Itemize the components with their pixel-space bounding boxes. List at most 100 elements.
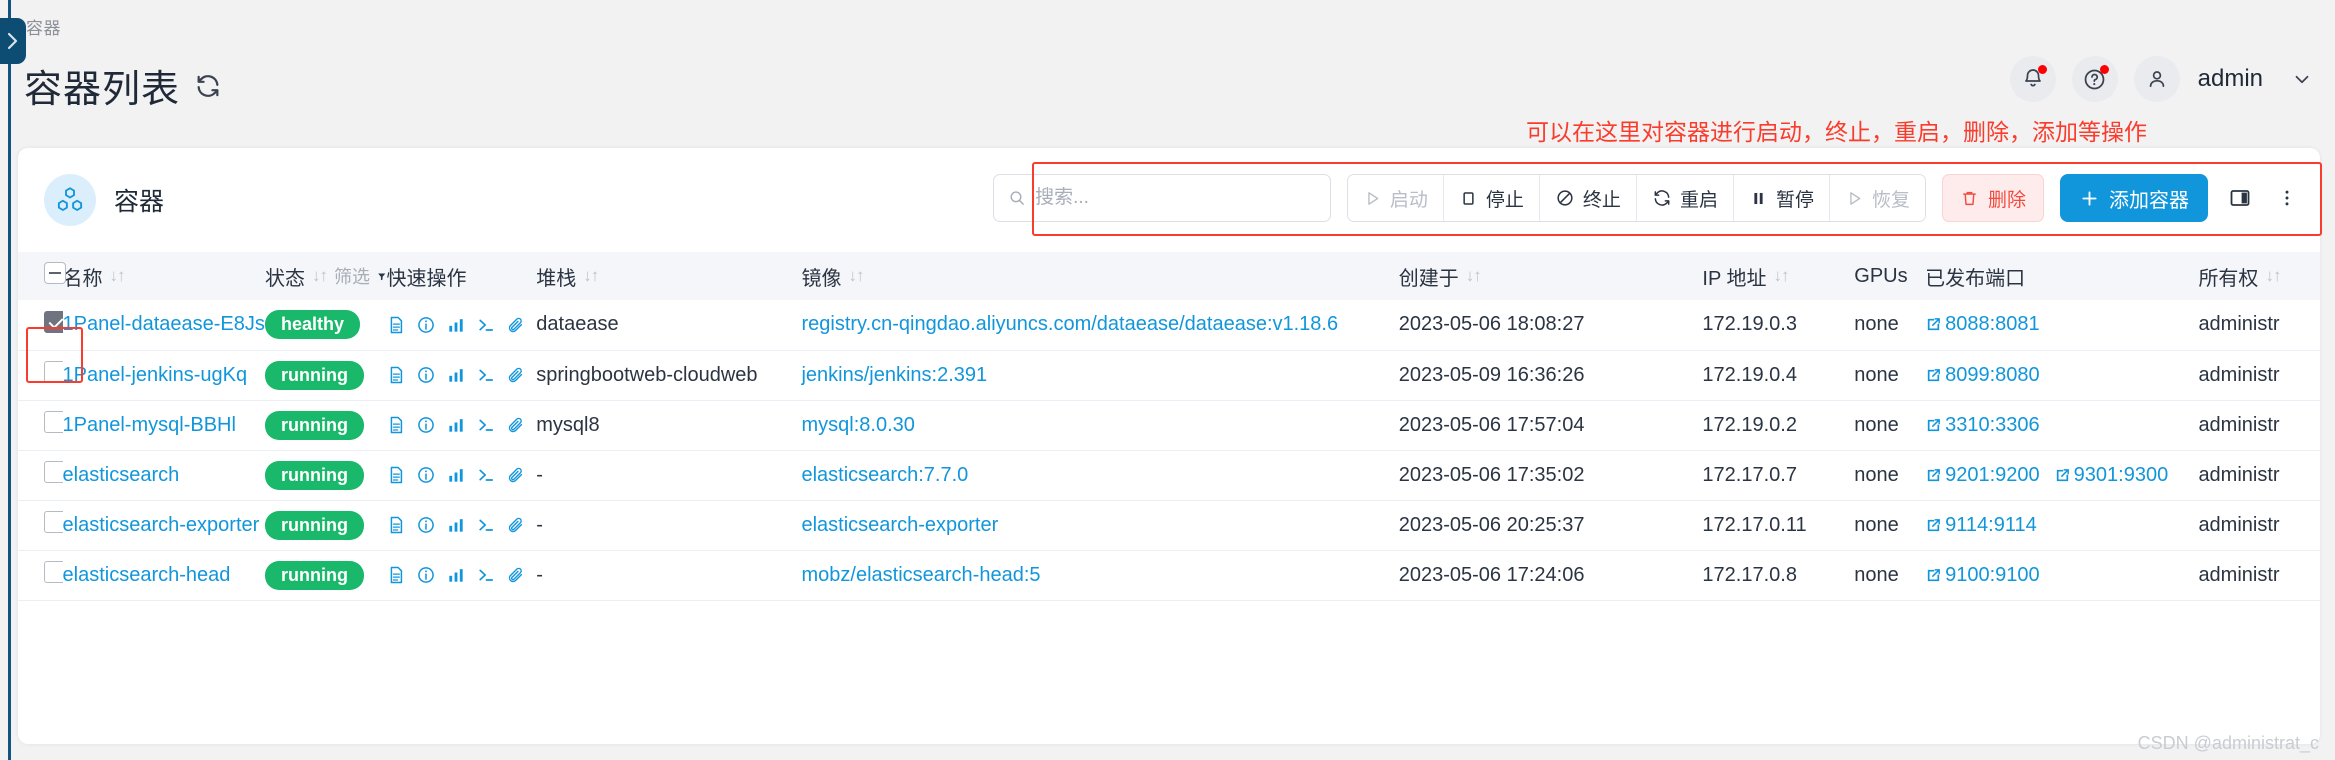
sidebar-expand-handle[interactable] (0, 18, 26, 64)
row-checkbox[interactable] (44, 411, 63, 433)
paperclip-icon-button[interactable] (506, 515, 526, 535)
file-icon-button[interactable] (386, 515, 406, 535)
sort-icon[interactable]: ↓↑ (312, 266, 328, 286)
filter-icon[interactable] (377, 269, 386, 284)
container-name-link[interactable]: elasticsearch-exporter (63, 514, 260, 536)
row-select-cell[interactable] (18, 400, 63, 451)
terminal-icon-button[interactable] (476, 565, 496, 585)
row-checkbox[interactable] (44, 511, 63, 533)
search-input[interactable] (1035, 187, 1316, 209)
container-name-link[interactable]: 1Panel-dataease-E8Js (63, 313, 265, 335)
table-row[interactable]: 1Panel-mysql-BBHl running mysql8 mysql:8.0.… (18, 400, 2320, 451)
image-cell[interactable]: registry.cn-qingdao.aliyuncs.com/dataeas… (801, 300, 1399, 351)
image-link[interactable]: elasticsearch-exporter (801, 514, 998, 536)
info-icon-button[interactable] (416, 365, 436, 385)
container-name-cell[interactable]: 1Panel-mysql-BBHl (62, 400, 265, 451)
file-icon-button[interactable] (386, 465, 406, 485)
sort-icon[interactable]: ↓↑ (848, 266, 864, 286)
notifications-button[interactable] (2009, 56, 2056, 102)
resume-button[interactable]: 恢复 (1829, 175, 1925, 221)
container-name-cell[interactable]: elasticsearch (62, 450, 265, 501)
image-link[interactable]: elasticsearch:7.7.0 (801, 464, 968, 486)
info-icon-button[interactable] (416, 315, 436, 335)
stats-icon-button[interactable] (446, 315, 466, 335)
sort-icon[interactable]: ↓↑ (110, 266, 126, 286)
container-name-cell[interactable]: 1Panel-jenkins-ugKq (62, 350, 265, 401)
user-name[interactable]: admin (2198, 65, 2263, 93)
refresh-icon[interactable] (194, 72, 222, 100)
row-checkbox[interactable] (44, 561, 63, 583)
terminal-icon-button[interactable] (476, 315, 496, 335)
header-image[interactable]: 镜像 ↓↑ (801, 252, 1399, 300)
header-owner[interactable]: 所有权 ↓↑ (2198, 252, 2320, 300)
info-icon-button[interactable] (416, 565, 436, 585)
stats-icon-button[interactable] (446, 365, 466, 385)
row-select-cell[interactable] (18, 500, 63, 551)
header-stack[interactable]: 堆栈 ↓↑ (536, 252, 802, 300)
container-name-link[interactable]: elasticsearch (63, 464, 180, 486)
help-button[interactable] (2071, 56, 2118, 102)
add-container-button[interactable]: 添加容器 (2060, 174, 2208, 222)
image-cell[interactable]: elasticsearch-exporter (801, 500, 1399, 551)
file-icon-button[interactable] (386, 415, 406, 435)
port-link[interactable]: 9201:9200 (1925, 464, 2040, 487)
row-select-cell[interactable] (18, 450, 63, 501)
terminal-icon-button[interactable] (476, 415, 496, 435)
sort-icon[interactable]: ↓↑ (583, 266, 599, 286)
info-icon-button[interactable] (416, 415, 436, 435)
delete-button[interactable]: 删除 (1941, 174, 2044, 222)
image-cell[interactable]: jenkins/jenkins:2.391 (801, 350, 1399, 401)
row-select-cell[interactable] (18, 350, 63, 401)
header-ip[interactable]: IP 地址 ↓↑ (1702, 252, 1855, 300)
container-name-link[interactable]: 1Panel-jenkins-ugKq (63, 364, 248, 386)
stats-icon-button[interactable] (446, 565, 466, 585)
row-select-cell[interactable] (18, 300, 63, 351)
stop-button[interactable]: 停止 (1443, 175, 1540, 221)
header-name[interactable]: 名称 ↓↑ (62, 252, 265, 300)
image-link[interactable]: mobz/elasticsearch-head:5 (801, 564, 1040, 586)
container-name-cell[interactable]: elasticsearch-exporter (62, 500, 265, 551)
table-row[interactable]: elasticsearch running - elasticsearch:7.7.0… (18, 450, 2320, 501)
row-checkbox[interactable] (44, 361, 63, 383)
paperclip-icon-button[interactable] (506, 465, 526, 485)
image-cell[interactable]: mysql:8.0.30 (801, 400, 1399, 451)
kill-button[interactable]: 终止 (1539, 175, 1637, 221)
port-link[interactable]: 3310:3306 (1925, 414, 2040, 437)
port-link[interactable]: 8088:8081 (1925, 313, 2040, 336)
paperclip-icon-button[interactable] (506, 315, 526, 335)
row-select-cell[interactable] (18, 550, 63, 601)
table-row[interactable]: 1Panel-jenkins-ugKq running springbootweb-… (18, 350, 2320, 401)
stats-icon-button[interactable] (446, 465, 466, 485)
stats-icon-button[interactable] (446, 515, 466, 535)
table-row[interactable]: elasticsearch-head running - mobz/elasticse… (18, 550, 2320, 601)
sort-icon[interactable]: ↓↑ (1774, 266, 1790, 286)
stats-icon-button[interactable] (446, 415, 466, 435)
breadcrumb[interactable]: 容器 (26, 14, 61, 39)
file-icon-button[interactable] (386, 315, 406, 335)
port-link[interactable]: 8099:8080 (1925, 364, 2040, 387)
container-name-link[interactable]: elasticsearch-head (63, 564, 231, 586)
terminal-icon-button[interactable] (476, 465, 496, 485)
port-link[interactable]: 9100:9100 (1925, 564, 2040, 587)
image-link[interactable]: mysql:8.0.30 (801, 414, 914, 436)
image-cell[interactable]: elasticsearch:7.7.0 (801, 450, 1399, 501)
table-row[interactable]: elasticsearch-exporter running - elasticsea… (18, 500, 2320, 551)
paperclip-icon-button[interactable] (506, 365, 526, 385)
restart-button[interactable]: 重启 (1636, 175, 1734, 221)
info-icon-button[interactable] (416, 515, 436, 535)
start-button[interactable]: 启动 (1347, 175, 1444, 221)
image-link[interactable]: registry.cn-qingdao.aliyuncs.com/dataeas… (801, 313, 1338, 335)
port-link[interactable]: 9114:9114 (1925, 514, 2037, 537)
image-cell[interactable]: mobz/elasticsearch-head:5 (801, 550, 1399, 601)
avatar[interactable] (2133, 56, 2180, 102)
table-row[interactable]: 1Panel-dataease-E8Js healthy dataease regis… (18, 300, 2320, 351)
row-checkbox[interactable] (44, 461, 63, 483)
info-icon-button[interactable] (416, 465, 436, 485)
header-status[interactable]: 状态 ↓↑ 筛选 (264, 252, 387, 300)
file-icon-button[interactable] (386, 565, 406, 585)
port-link[interactable]: 9301:9300 (2054, 464, 2168, 487)
terminal-icon-button[interactable] (476, 515, 496, 535)
search-box[interactable] (992, 174, 1331, 222)
header-select-all[interactable] (18, 252, 66, 300)
row-checkbox[interactable] (44, 310, 63, 333)
